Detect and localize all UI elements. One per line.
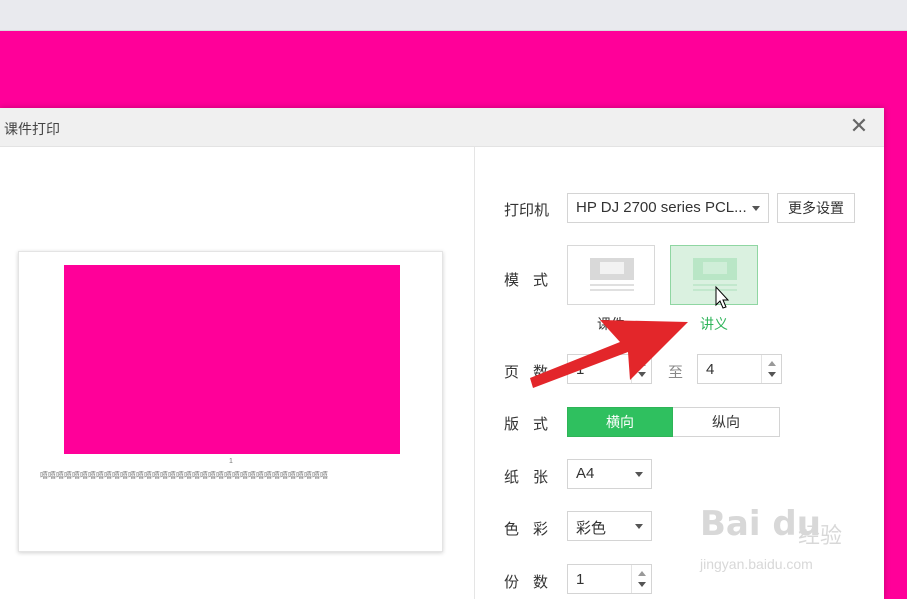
copies-label: 份数 [504,574,563,591]
chevron-down-icon [635,524,643,529]
copies-stepper[interactable] [631,565,651,593]
preview-page-number: 1 [229,458,233,465]
more-settings-button[interactable]: 更多设置 [777,193,855,223]
color-select-value: 彩色 [576,520,607,537]
courseware-icon [590,258,634,291]
pages-to-value: 4 [706,361,715,378]
chevron-down-icon [635,472,643,477]
layout-portrait-button[interactable]: 纵向 [673,407,780,437]
slide-thumbnail [64,265,400,454]
handout-icon [693,258,737,291]
dialog-header: 课件打印 ✕ [0,108,884,147]
preview-notes-text: 嘻嘻嘻嘻嘻嘻嘻嘻嘻嘻嘻嘻嘻嘻嘻嘻嘻嘻嘻嘻嘻嘻嘻嘻嘻嘻嘻嘻嘻嘻嘻嘻嘻嘻嘻嘻 [40,471,328,480]
paper-select-value: A4 [576,465,595,482]
color-label: 色彩 [504,521,563,538]
panel-divider [474,147,475,599]
pages-from-value: 1 [576,361,585,378]
mode-option-courseware-label: 课件 [597,316,625,332]
mode-option-courseware[interactable] [567,245,655,305]
pages-to-stepper[interactable] [761,355,781,383]
printer-label: 打印机 [504,202,550,219]
pages-to-input[interactable]: 4 [697,354,782,384]
mode-option-handout-label: 讲义 [700,316,728,332]
printer-select-value: HP DJ 2700 series PCL... [576,199,747,216]
color-select[interactable]: 彩色 [567,511,652,541]
pages-label: 页数 [504,364,563,381]
close-icon[interactable]: ✕ [848,116,870,138]
printer-select[interactable]: HP DJ 2700 series PCL... [567,193,769,223]
mode-option-handout[interactable] [670,245,758,305]
copies-input[interactable]: 1 [567,564,652,594]
layout-landscape-button[interactable]: 横向 [567,407,673,437]
pages-from-input[interactable]: 1 [567,354,652,384]
layout-label: 版式 [504,416,563,433]
copies-value: 1 [576,571,585,588]
mode-label: 模式 [504,272,563,289]
dialog-title: 课件打印 [4,121,60,137]
paper-label: 纸张 [504,469,563,486]
pages-from-stepper[interactable] [631,355,651,383]
pages-to-label: 至 [668,364,684,381]
print-preview-page: 1 嘻嘻嘻嘻嘻嘻嘻嘻嘻嘻嘻嘻嘻嘻嘻嘻嘻嘻嘻嘻嘻嘻嘻嘻嘻嘻嘻嘻嘻嘻嘻嘻嘻嘻嘻嘻 [18,251,443,552]
browser-top-bar [0,0,907,31]
paper-select[interactable]: A4 [567,459,652,489]
chevron-down-icon [752,206,760,211]
